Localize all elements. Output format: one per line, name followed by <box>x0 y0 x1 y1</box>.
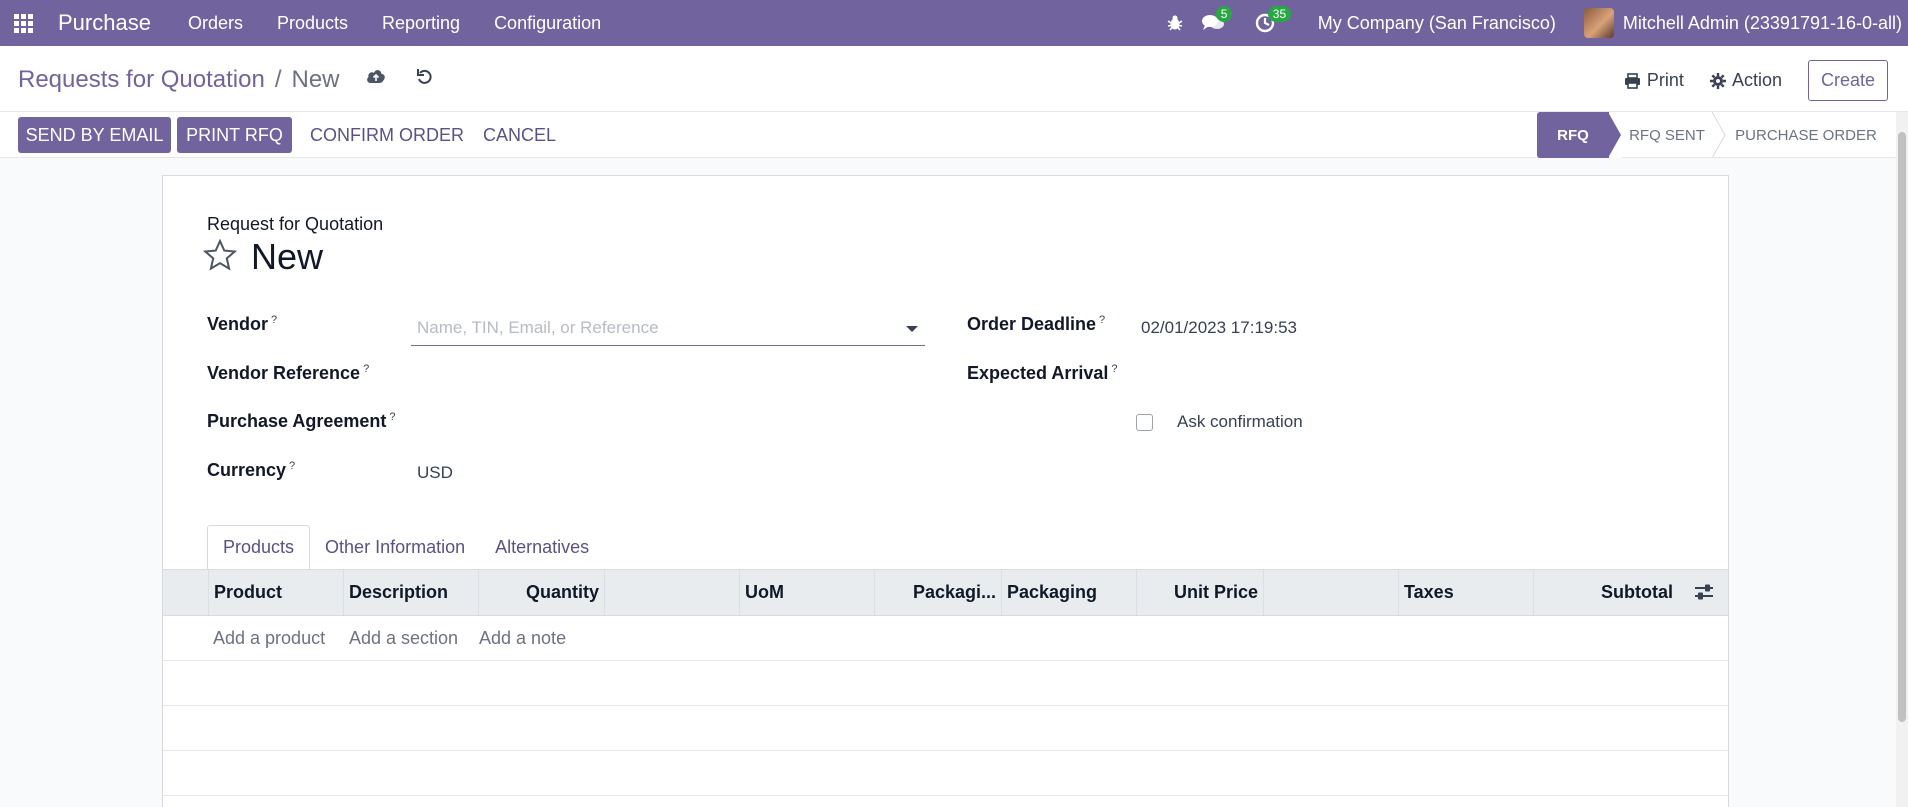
page-scrollbar[interactable] <box>1896 112 1908 807</box>
column-unit-price[interactable]: Unit Price <box>1136 570 1263 615</box>
debug-bug-icon[interactable] <box>1156 0 1194 46</box>
vendor-input[interactable] <box>411 310 925 346</box>
messages-badge: 5 <box>1215 6 1233 22</box>
create-button[interactable]: Create <box>1807 60 1888 101</box>
table-row <box>163 706 1728 751</box>
action-menu-button[interactable]: Action <box>1709 70 1782 91</box>
save-cloud-icon[interactable] <box>366 68 386 89</box>
vendor-label: Vendor? <box>207 314 278 334</box>
send-by-email-button[interactable]: SEND BY EMAIL <box>18 117 171 153</box>
activities-clock-icon[interactable]: 35 <box>1246 0 1292 46</box>
menu-configuration[interactable]: Configuration <box>494 13 601 34</box>
column-taxes[interactable]: Taxes <box>1398 570 1533 615</box>
column-description[interactable]: Description <box>343 570 478 615</box>
ask-confirmation-label: Ask confirmation <box>1177 412 1303 431</box>
stage-divider-icon <box>1712 112 1726 158</box>
add-section-link[interactable]: Add a section <box>349 628 458 649</box>
user-menu[interactable]: Mitchell Admin (23391791-16-0-all) <box>1583 8 1902 38</box>
column-packaging[interactable]: Packaging <box>1001 570 1136 615</box>
cancel-button[interactable]: CANCEL <box>483 117 556 153</box>
tab-products[interactable]: Products <box>207 525 311 570</box>
tab-other-information[interactable]: Other Information <box>310 525 480 570</box>
print-label: Print <box>1646 70 1684 90</box>
column-empty-1 <box>604 570 739 615</box>
confirm-order-button[interactable]: CONFIRM ORDER <box>310 117 464 153</box>
menu-orders[interactable]: Orders <box>188 13 243 34</box>
scrollbar-thumb[interactable] <box>1898 132 1906 722</box>
form-statusbar: SEND BY EMAIL PRINT RFQ CONFIRM ORDER CA… <box>0 112 1908 158</box>
stage-rfq[interactable]: RFQ <box>1537 112 1609 158</box>
top-navbar: Purchase Orders Products Reporting Confi… <box>0 0 1908 46</box>
column-packaging-qty[interactable]: Packagi... <box>874 570 1001 615</box>
order-lines-header: Product Description Quantity UoM Packagi… <box>163 569 1728 616</box>
stage-purchase-order[interactable]: PURCHASE ORDER <box>1726 112 1886 158</box>
chevron-down-icon[interactable] <box>906 326 918 332</box>
gear-icon <box>1709 72 1726 89</box>
add-line-row: Add a product Add a section Add a note <box>163 616 1728 661</box>
apps-menu-icon[interactable] <box>0 0 46 46</box>
user-name: Mitchell Admin (23391791-16-0-all) <box>1622 12 1902 33</box>
action-label: Action <box>1731 70 1782 90</box>
notebook-tabs: Products Other Information Alternatives <box>207 525 604 570</box>
add-product-link[interactable]: Add a product <box>213 628 325 649</box>
messages-icon[interactable]: 5 <box>1194 0 1233 46</box>
optional-columns-sliders-icon[interactable] <box>1694 583 1714 606</box>
ask-confirmation-checkbox[interactable] <box>1136 414 1153 431</box>
company-switcher[interactable]: My Company (San Francisco) <box>1318 13 1556 34</box>
print-rfq-button[interactable]: PRINT RFQ <box>177 117 292 153</box>
currency-field[interactable]: USD <box>417 463 453 483</box>
vendor-reference-label: Vendor Reference? <box>207 363 370 383</box>
record-title: New <box>251 236 324 277</box>
column-product[interactable]: Product <box>208 570 343 615</box>
printer-icon <box>1624 72 1640 89</box>
menu-products[interactable]: Products <box>277 13 348 34</box>
control-panel: Requests for Quotation / New Print Actio… <box>0 46 1908 112</box>
order-deadline-label: Order Deadline? <box>967 314 1106 334</box>
column-uom[interactable]: UoM <box>739 570 874 615</box>
menu-reporting[interactable]: Reporting <box>382 13 460 34</box>
activities-badge: 35 <box>1267 6 1292 22</box>
purchase-agreement-label: Purchase Agreement? <box>207 411 396 431</box>
star-icon[interactable] <box>202 238 238 276</box>
column-empty-2 <box>1263 570 1398 615</box>
column-subtotal[interactable]: Subtotal <box>1533 570 1678 615</box>
avatar <box>1583 8 1614 38</box>
table-row <box>163 751 1728 796</box>
tab-alternatives[interactable]: Alternatives <box>480 525 604 570</box>
breadcrumb-parent[interactable]: Requests for Quotation <box>18 66 265 94</box>
order-deadline-field[interactable]: 02/01/2023 17:19:53 <box>1141 318 1297 338</box>
app-name[interactable]: Purchase <box>58 10 151 36</box>
breadcrumb-separator: / <box>274 66 282 93</box>
breadcrumb-current: New <box>291 66 340 93</box>
currency-label: Currency? <box>207 460 296 480</box>
column-quantity[interactable]: Quantity <box>478 570 604 615</box>
add-note-link[interactable]: Add a note <box>479 628 566 649</box>
print-menu-button[interactable]: Print <box>1624 70 1684 91</box>
table-row <box>163 661 1728 706</box>
form-title-label: Request for Quotation <box>207 214 384 234</box>
stage-rfq-sent[interactable]: RFQ SENT <box>1608 112 1712 158</box>
discard-undo-icon[interactable] <box>416 68 434 91</box>
breadcrumb: Requests for Quotation / New <box>18 66 340 94</box>
form-sheet: Request for Quotation New Vendor? Vendor… <box>162 175 1729 807</box>
expected-arrival-label: Expected Arrival? <box>967 363 1118 383</box>
stage-pipeline: RFQ RFQ SENT PURCHASE ORDER <box>1537 112 1886 158</box>
